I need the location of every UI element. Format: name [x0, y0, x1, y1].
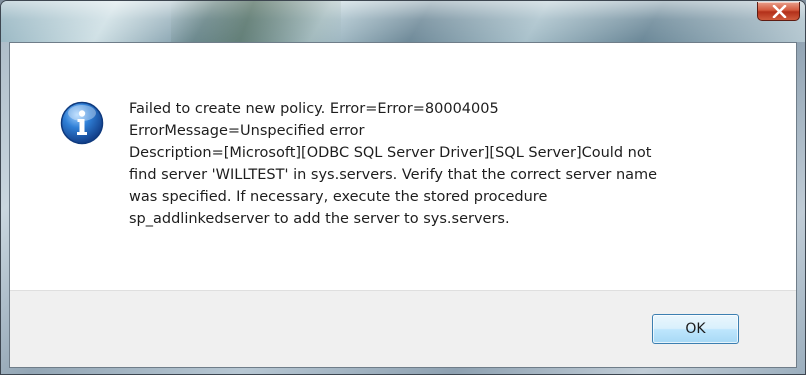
title-bar[interactable] [1, 1, 805, 42]
message-line: Description=[Microsoft][ODBC SQL Server … [129, 145, 652, 161]
dialog-window: Failed to create new policy. Error=Error… [0, 0, 806, 375]
button-bar: OK [10, 290, 796, 367]
error-message: Failed to create new policy. Error=Error… [129, 98, 779, 230]
close-icon [772, 5, 787, 18]
message-area: Failed to create new policy. Error=Error… [10, 43, 796, 290]
dialog-client-area: Failed to create new policy. Error=Error… [9, 42, 797, 368]
message-line: Failed to create new policy. Error=Error… [129, 101, 499, 117]
message-line: ErrorMessage=Unspecified error [129, 123, 365, 139]
message-line: sp_addlinkedserver to add the server to … [129, 211, 510, 227]
close-button[interactable] [757, 2, 800, 21]
message-line: find server 'WILLTEST' in sys.servers. V… [129, 167, 658, 183]
ok-button[interactable]: OK [652, 314, 739, 344]
message-line: was specified. If necessary, execute the… [129, 189, 548, 205]
information-icon [60, 101, 104, 145]
